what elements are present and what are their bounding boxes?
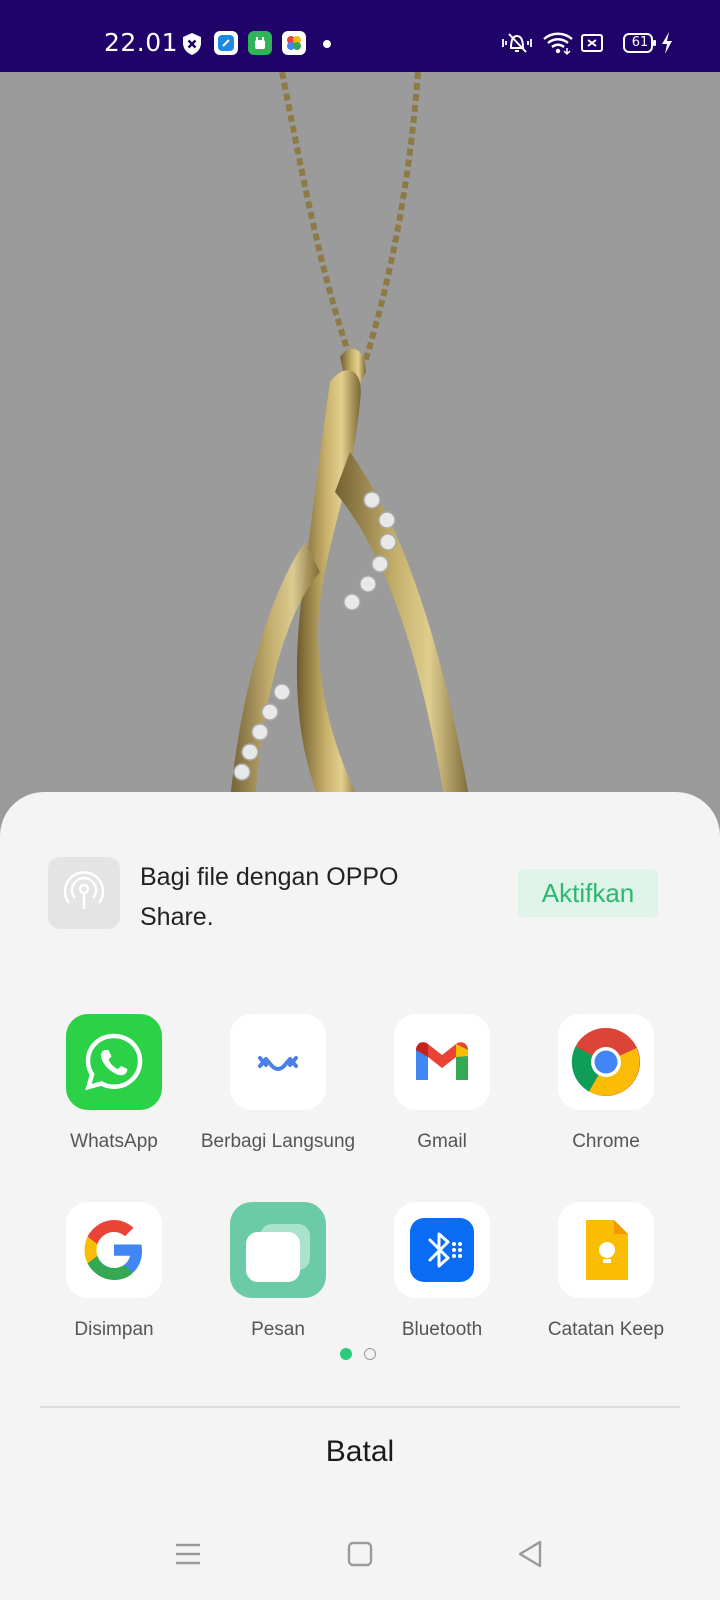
page-dot-inactive[interactable]	[364, 1348, 376, 1360]
app-label: Gmail	[417, 1131, 467, 1152]
keep-icon	[558, 1202, 654, 1298]
status-time: 22.01	[104, 28, 179, 57]
page-dot-active[interactable]	[340, 1348, 352, 1360]
app-whatsapp[interactable]: WhatsApp	[32, 1014, 196, 1156]
screen-cast-icon	[580, 30, 604, 56]
vibrate-icon	[500, 30, 534, 56]
bluetooth-icon	[394, 1202, 490, 1298]
oppo-share-text: Bagi file dengan OPPO Share.	[140, 863, 399, 931]
app-label: Chrome	[572, 1131, 640, 1152]
home-icon[interactable]	[338, 1532, 382, 1576]
google-icon	[66, 1202, 162, 1298]
page-indicator	[340, 1348, 376, 1362]
shield-x-icon	[181, 32, 203, 61]
app-berbagi-langsung[interactable]: Berbagi Langsung	[196, 1014, 360, 1156]
app-label: Berbagi Langsung	[200, 1131, 356, 1152]
gmail-icon	[394, 1014, 490, 1110]
cancel-button[interactable]: Batal	[0, 1410, 720, 1494]
activate-button[interactable]: Aktifkan	[518, 869, 658, 917]
chrome-icon	[558, 1014, 654, 1110]
green-app-icon	[248, 31, 272, 55]
share-sheet: Bagi file dengan OPPO Share. Aktifkan Wh…	[0, 792, 720, 1600]
app-catatan-keep[interactable]: Catatan Keep	[524, 1202, 688, 1344]
status-bar: 22.01 61	[0, 0, 720, 72]
background-product-image	[0, 72, 720, 802]
menu-icon[interactable]	[166, 1532, 210, 1576]
oppo-share-icon	[48, 857, 120, 929]
charging-icon	[660, 30, 674, 56]
blue-app-icon	[214, 31, 238, 55]
app-bluetooth[interactable]: Bluetooth	[360, 1202, 524, 1344]
battery-level: 61	[631, 35, 649, 50]
divider	[40, 1406, 680, 1408]
app-label: Pesan	[251, 1319, 305, 1340]
wifi-icon	[542, 30, 574, 56]
app-label: Bluetooth	[401, 1319, 483, 1340]
back-icon[interactable]	[508, 1532, 552, 1576]
photos-app-icon	[282, 31, 306, 55]
app-gmail[interactable]: Gmail	[360, 1014, 524, 1156]
app-label: Catatan Keep	[547, 1319, 665, 1340]
nearby-share-icon	[230, 1014, 326, 1110]
oppo-share-row: Bagi file dengan OPPO Share. Aktifkan	[48, 857, 672, 933]
whatsapp-icon	[66, 1014, 162, 1110]
dot-icon	[323, 40, 331, 48]
app-disimpan[interactable]: Disimpan	[32, 1202, 196, 1344]
app-pesan[interactable]: Pesan	[196, 1202, 360, 1344]
app-label: WhatsApp	[70, 1131, 158, 1152]
app-label: Disimpan	[74, 1319, 154, 1340]
app-chrome[interactable]: Chrome	[524, 1014, 688, 1156]
messages-icon	[230, 1202, 326, 1298]
navigation-bar	[0, 1512, 720, 1600]
